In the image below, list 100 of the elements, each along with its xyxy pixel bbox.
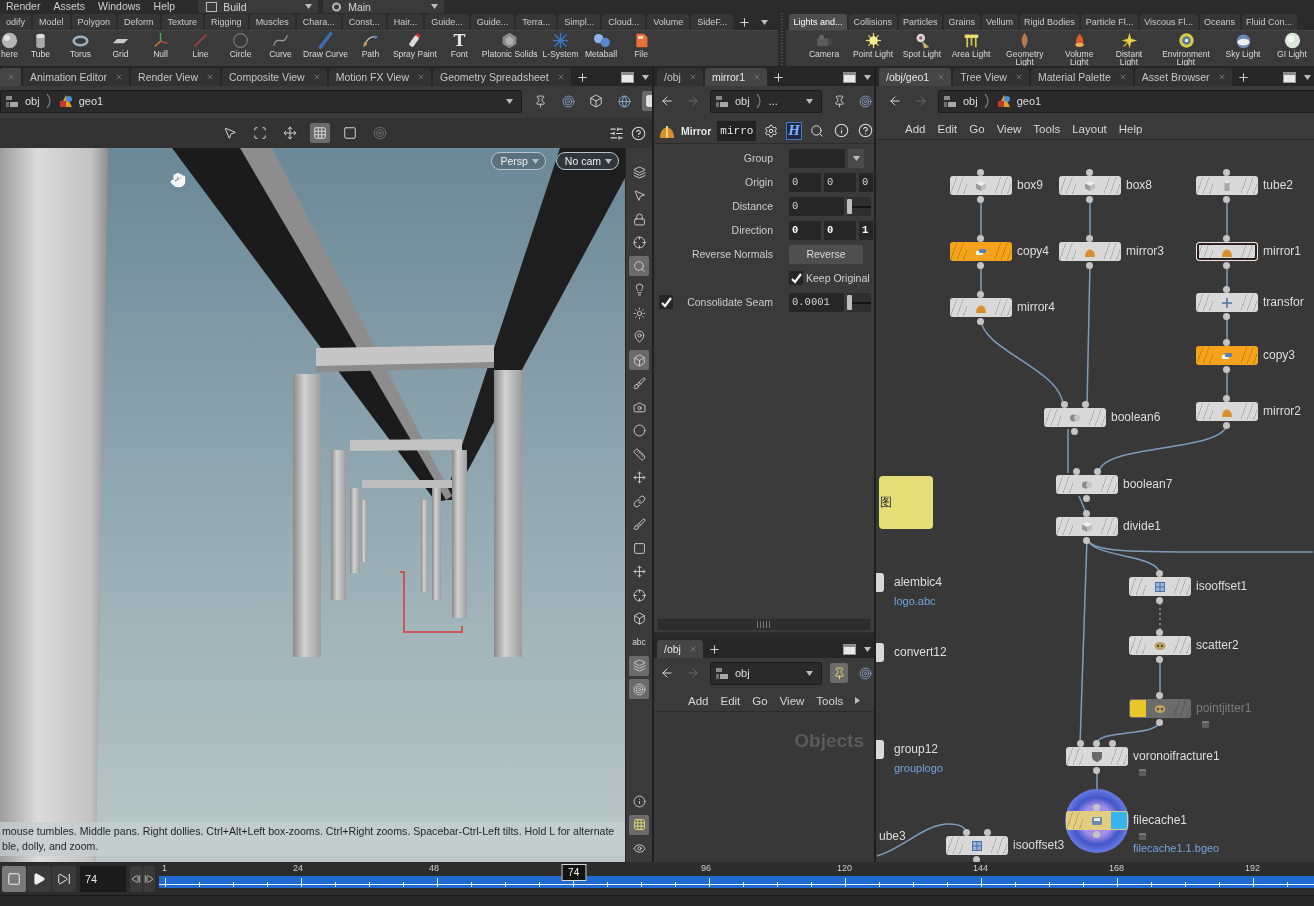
shelf-tool[interactable]: Distant Light	[1107, 32, 1151, 66]
menu-item[interactable]: Go	[969, 122, 985, 135]
shelf-tool[interactable]: Area Light	[949, 32, 993, 66]
shelf-tool[interactable]: Metaball	[582, 32, 620, 66]
input-port-icon[interactable]	[1223, 235, 1230, 242]
checkbox[interactable]	[659, 295, 673, 309]
dropdown-button[interactable]	[848, 148, 864, 168]
input-port-icon[interactable]	[1061, 401, 1068, 408]
resize-handle[interactable]	[778, 13, 786, 66]
output-port-icon[interactable]	[977, 262, 984, 269]
shelf-tool[interactable]: Torus	[62, 32, 99, 66]
menu-item[interactable]: Assets	[53, 0, 85, 13]
step-back-button[interactable]	[130, 865, 142, 892]
number-field[interactable]: 0	[824, 220, 856, 240]
pane-tab[interactable]: /obj	[657, 640, 703, 658]
pane-tab[interactable]: Tree View	[953, 68, 1029, 86]
input-port-icon[interactable]	[1073, 468, 1080, 475]
slider-thumb[interactable]	[847, 294, 852, 310]
path-segment[interactable]: geo1	[78, 95, 104, 107]
viewport-tool-button[interactable]	[629, 256, 649, 276]
shelf-tab[interactable]: Particle Fl...	[1081, 14, 1138, 30]
menu-item[interactable]: Layout	[1072, 122, 1107, 135]
shelf-tab[interactable]: Texture	[161, 14, 204, 30]
shelf-tool[interactable]: File	[622, 32, 660, 66]
shelf-tab[interactable]: Vellum	[981, 14, 1018, 30]
shelf-tab[interactable]: SideF...	[691, 14, 734, 30]
shelf-tool[interactable]: Path	[351, 32, 389, 66]
node-box[interactable]	[876, 573, 884, 592]
input-port-icon[interactable]	[1223, 395, 1230, 402]
shelf-tab[interactable]: Chara...	[296, 14, 341, 30]
input-port-icon[interactable]	[963, 829, 970, 836]
desktop-dropdown[interactable]: Main	[323, 0, 445, 13]
stop-button[interactable]	[2, 865, 26, 892]
shelf-tab[interactable]: Const...	[342, 14, 386, 30]
shelf-tab[interactable]: Cloud...	[602, 14, 646, 30]
shelf-tab[interactable]: Lights and...	[789, 14, 848, 30]
shelf-tab[interactable]: Guide...	[470, 14, 515, 30]
menu-item[interactable]: View	[779, 694, 805, 707]
input-port-icon[interactable]	[1077, 740, 1084, 747]
viewport-tool-button[interactable]	[629, 679, 649, 699]
menu-item[interactable]: Go	[752, 694, 768, 707]
slider-track[interactable]	[847, 292, 871, 312]
menu-item[interactable]: Help	[1118, 122, 1143, 135]
shelf-tab[interactable]: Volume	[647, 14, 690, 30]
menu-item[interactable]: Windows	[97, 0, 141, 13]
shelf-tab[interactable]: Grains	[944, 14, 980, 30]
pane-tab[interactable]: mirror1	[704, 68, 768, 86]
display-flag[interactable]	[1241, 243, 1257, 260]
shelf-tab[interactable]: Guide...	[425, 14, 469, 30]
selection-tool-button[interactable]	[310, 123, 330, 143]
output-port-icon[interactable]	[1223, 366, 1230, 373]
shelf-tab[interactable]: Deform	[118, 14, 160, 30]
input-port-icon[interactable]	[1109, 740, 1116, 747]
viewport-tool-button[interactable]	[629, 814, 649, 835]
shelf-tool[interactable]: here	[0, 32, 19, 66]
path-field[interactable]: obj	[710, 661, 822, 685]
asset-button[interactable]: H	[786, 121, 802, 140]
pane-tab[interactable]: Geometry Spreadsheet	[433, 68, 571, 86]
step-forward-button[interactable]	[143, 865, 155, 892]
input-port-icon[interactable]	[1223, 286, 1230, 293]
path-segment[interactable]: obj	[735, 667, 750, 679]
jump-to-end-button[interactable]	[52, 865, 76, 892]
menu-item[interactable]: Tools	[816, 694, 844, 707]
slider-thumb[interactable]	[847, 198, 852, 214]
shelf-tool[interactable]: Volume Light	[1056, 32, 1102, 66]
shelf-tool[interactable]: Sky Light	[1221, 32, 1265, 66]
number-field[interactable]: 0	[789, 196, 844, 216]
output-port-icon[interactable]	[1093, 767, 1100, 774]
shelf-tool[interactable]: Geometry Light	[998, 32, 1052, 66]
path-field[interactable]: obj geo1	[0, 89, 522, 113]
shelf-tool[interactable]: Environment Light	[1156, 32, 1216, 66]
menu-item[interactable]: Add	[905, 122, 926, 135]
camera-menu[interactable]: Persp	[491, 152, 546, 170]
snapshot-button[interactable]	[830, 663, 848, 683]
output-port-icon[interactable]	[1086, 196, 1093, 203]
input-port-icon[interactable]	[1094, 468, 1101, 475]
menu-item[interactable]: Add	[688, 694, 709, 707]
input-port-icon[interactable]	[1082, 401, 1089, 408]
shelf-tab[interactable]: Particles	[898, 14, 943, 30]
node-box[interactable]	[1196, 242, 1258, 261]
input-port-icon[interactable]	[1093, 740, 1100, 747]
output-port-icon[interactable]	[1083, 495, 1090, 502]
shelf-tool[interactable]: Draw Curve	[302, 32, 349, 66]
shelf-tab[interactable]: Rigging	[205, 14, 248, 30]
shelf-tab[interactable]: Simpl...	[558, 14, 601, 30]
output-port-icon[interactable]	[1086, 262, 1093, 269]
input-port-icon[interactable]	[984, 829, 991, 836]
shelf-tool[interactable]: Curve	[262, 32, 299, 66]
3d-scene-drawing[interactable]	[0, 148, 625, 862]
path-field[interactable]: obj geo1	[938, 89, 1314, 113]
output-port-icon[interactable]	[1156, 719, 1163, 726]
number-field[interactable]: 0	[789, 220, 821, 240]
input-port-icon[interactable]	[1156, 570, 1163, 577]
number-field[interactable]: 0	[824, 172, 856, 192]
path-segment[interactable]: ...	[768, 95, 778, 107]
input-port-icon[interactable]	[1223, 169, 1230, 176]
input-port-icon[interactable]	[1086, 235, 1093, 242]
shelf-tool[interactable]: L-System	[541, 32, 580, 66]
input-port-icon[interactable]	[1156, 692, 1163, 699]
slider-track[interactable]	[847, 196, 871, 216]
